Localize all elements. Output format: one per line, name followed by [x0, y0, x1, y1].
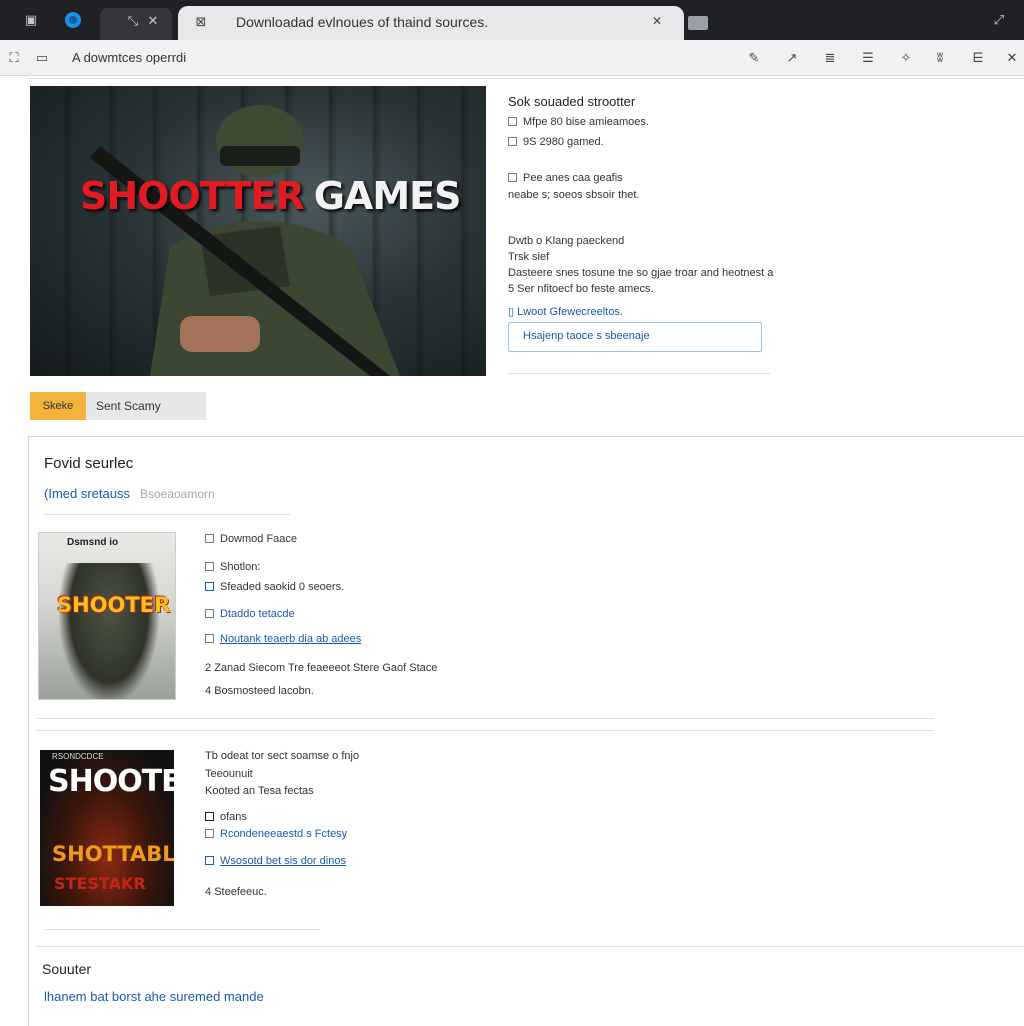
checkbox[interactable]: [205, 562, 214, 571]
game-cover-1[interactable]: Dsmsnd io SHOOTER: [38, 532, 176, 700]
list-item[interactable]: ofans: [205, 811, 247, 823]
list-item-link[interactable]: Dtaddo tetacde: [205, 608, 295, 620]
divider: [36, 730, 934, 731]
results-sub-grey: Bsoeaoamorn: [139, 487, 215, 501]
close-icon[interactable]: ✕: [1004, 50, 1020, 66]
divider: [508, 373, 770, 374]
side-item-text: neabe s; soeos sbsoir thet.: [508, 189, 640, 201]
list-item-link[interactable]: Noutank teaerb dia ab adees: [205, 633, 361, 645]
number-icon: 2: [205, 662, 215, 674]
hero-title-red: SHOOTTER: [80, 174, 305, 218]
cover-title: SHOOTER: [48, 764, 174, 799]
checkbox[interactable]: [205, 534, 214, 543]
list-item: Tb odeat tor sect soamse o fnjo: [205, 750, 360, 762]
browser-toolbar: ⛶ ▭ A dowmtces operrdi ✎ ↗ ≣ ☰ ✧ ʬ ⋿ ✕: [0, 40, 1024, 76]
cover-bottom-text: STESTAKR: [54, 874, 146, 893]
hero-title-white: GAMES: [313, 174, 462, 218]
checkbox[interactable]: [205, 856, 214, 865]
side-item[interactable]: Mfpe 80 bise amieamoes.: [508, 116, 649, 128]
number-icon: 4: [205, 886, 215, 898]
side-desc: Trsk sief: [508, 251, 550, 263]
footer-link[interactable]: lhanem bat borst ahe suremed mande: [44, 989, 264, 1004]
tab-favicon-icon: ⊠: [195, 14, 207, 29]
cover-subtitle: SHOTTABLE: [52, 842, 174, 866]
checkbox[interactable]: [508, 173, 517, 182]
checkbox[interactable]: [205, 812, 214, 821]
checkbox[interactable]: [205, 582, 214, 591]
game-cover-2[interactable]: RSONDCDCE SHOOTER SHOTTABLE STESTAKR: [40, 750, 174, 906]
reader-icon[interactable]: ▭: [34, 50, 50, 66]
collections-icon[interactable]: ≣: [822, 50, 838, 66]
tab-inactive[interactable]: ⤡ ✕: [100, 8, 172, 40]
primary-button[interactable]: Skeke: [30, 392, 86, 420]
address-bar[interactable]: A dowmtces operrdi: [72, 50, 186, 65]
cover-title: SHOOTER: [57, 593, 171, 617]
extensions-icon[interactable]: ⤢: [990, 11, 1008, 29]
search-input[interactable]: [523, 330, 753, 342]
back-icon[interactable]: ⛶: [6, 50, 22, 66]
checkbox[interactable]: [205, 634, 214, 643]
side-heading: Sok souaded strootter: [508, 94, 636, 109]
results-subheading: (Imed sretauss Bsoeaoamorn: [44, 486, 215, 501]
search-field[interactable]: [508, 322, 762, 352]
browser-logo-icon: [64, 11, 82, 29]
share-icon[interactable]: ↗: [784, 50, 800, 66]
tab-title: Downloadad evlnoues of thaind sources.: [236, 14, 489, 30]
divider: [28, 78, 1024, 79]
list-item[interactable]: Dowmod Faace: [205, 533, 297, 545]
cover-top-text: RSONDCDCE: [52, 752, 104, 761]
hero-title: SHOOTTER GAMES: [80, 174, 462, 218]
divider: [36, 946, 1024, 947]
results-heading: Fovid seurlec: [44, 455, 134, 472]
divider: [44, 514, 290, 515]
browser-titlebar: ▣ ⤡ ✕ ⊠ Downloadad evlnoues of thaind so…: [0, 0, 1024, 40]
tab-icon: ⤡: [127, 13, 139, 28]
secondary-button[interactable]: Sent Scamy: [86, 392, 206, 420]
list-item-link[interactable]: Wsosotd bet sis dor dinos: [205, 855, 346, 867]
list-item: 4 Steefeeuc.: [205, 886, 267, 898]
reading-list-icon[interactable]: ☰: [860, 50, 876, 66]
profile-icon[interactable]: ʬ: [932, 50, 948, 66]
window-menu-icon[interactable]: ▣: [22, 11, 40, 29]
list-item: Kooted an Tesa fectas: [205, 785, 314, 797]
list-item-link[interactable]: Rcondeneeaestd s Fctesy: [205, 828, 347, 840]
divider: [36, 718, 934, 719]
tab-close-icon[interactable]: ✕: [652, 14, 662, 28]
divider: [44, 929, 320, 930]
list-item: Teeounuit: [205, 768, 253, 780]
side-link[interactable]: ▯ Lwoot Gfewecreeltos.: [508, 305, 623, 318]
list-item[interactable]: Sfeaded saokid 0 seoers.: [205, 581, 344, 593]
page-content: SHOOTTER GAMES Sok souaded strootter Mfpe…: [0, 76, 1024, 1026]
menu-icon[interactable]: ⋿: [970, 50, 986, 66]
checkbox[interactable]: [205, 829, 214, 838]
checkbox[interactable]: [508, 117, 517, 126]
list-item: 4 Bosmosteed lacobn.: [205, 685, 314, 697]
side-desc: Dasteere snes tosune tne so gjae troar a…: [508, 267, 774, 279]
side-item[interactable]: 9S 2980 gamed.: [508, 136, 604, 148]
checkbox[interactable]: [508, 137, 517, 146]
tab-close-icon[interactable]: ✕: [144, 12, 162, 30]
side-desc: Dwtb o Klang paeckend: [508, 235, 625, 247]
list-item: 2 Zanad Siecom Tre feaeeeot Stere Gaof S…: [205, 662, 438, 674]
checkbox[interactable]: [205, 609, 214, 618]
cover-top-text: Dsmsnd io: [67, 537, 119, 548]
results-sub-link[interactable]: (Imed sretauss: [44, 486, 130, 501]
soldier-figure: [90, 105, 400, 376]
results-panel: [28, 436, 1024, 1026]
side-item[interactable]: Pee anes caa geafis: [508, 172, 623, 184]
number-icon: 4: [205, 685, 215, 697]
new-tab-icon[interactable]: [688, 16, 708, 30]
footer-heading: Souuter: [42, 961, 92, 977]
side-desc: 5 Ser nfitoecf bo feste amecs.: [508, 283, 654, 295]
list-item[interactable]: Shotlon:: [205, 561, 260, 573]
link-icon: ▯: [508, 306, 518, 318]
hero-image: SHOOTTER GAMES: [30, 86, 486, 376]
bookmark-icon[interactable]: ✎: [746, 50, 762, 66]
feedback-icon[interactable]: ✧: [898, 50, 914, 66]
